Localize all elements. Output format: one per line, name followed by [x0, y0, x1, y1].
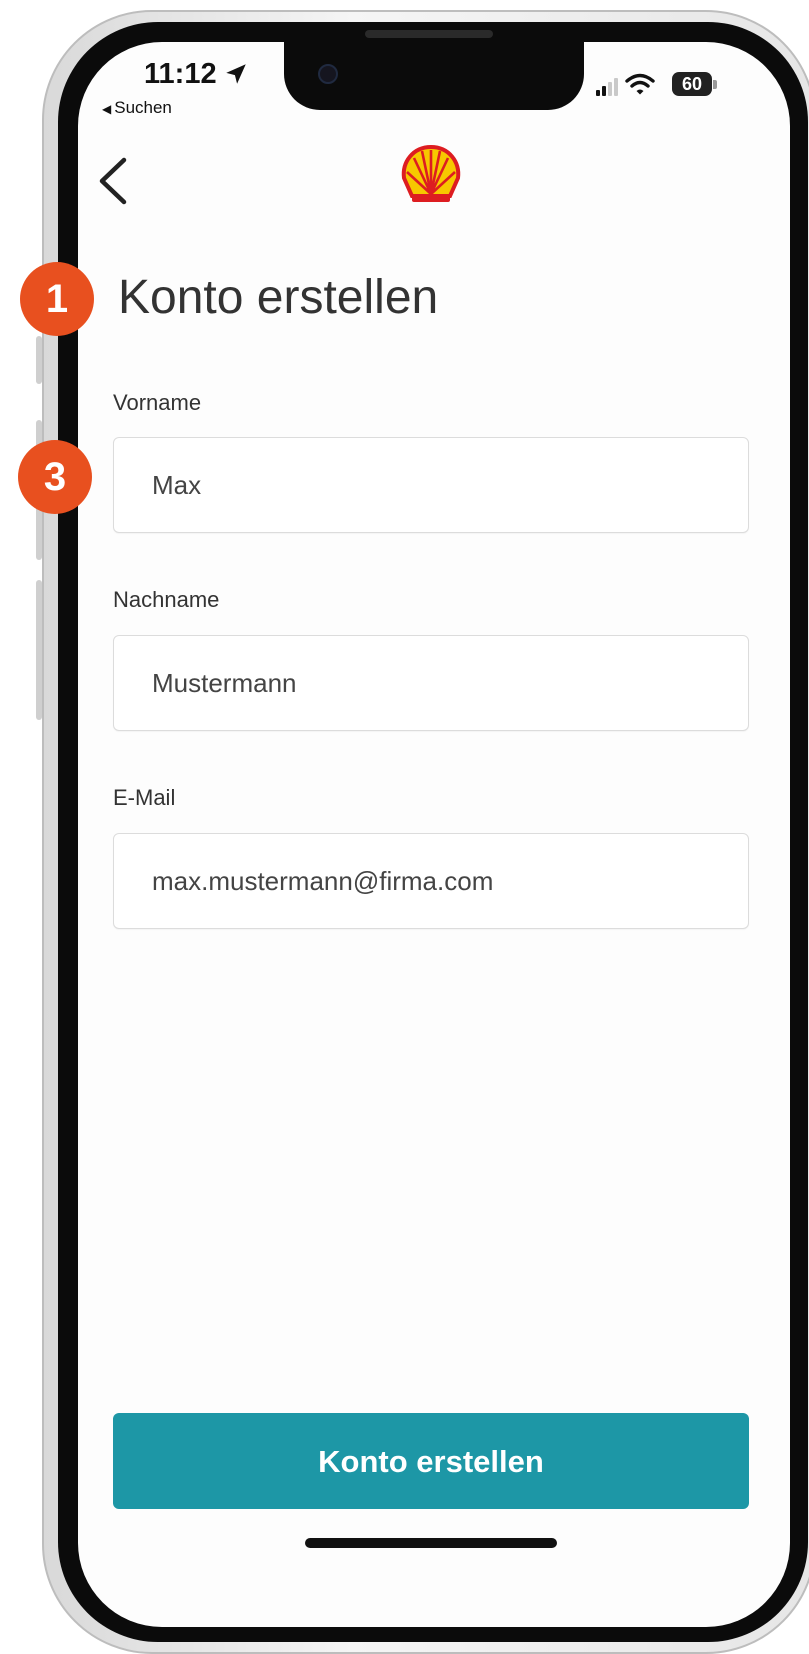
back-to-app-label: Suchen [114, 98, 172, 117]
back-to-app-link[interactable]: ◀ Suchen [102, 98, 172, 118]
home-indicator[interactable] [305, 1538, 557, 1548]
first-name-value: Max [152, 470, 202, 500]
step-badge-1: 1 [20, 262, 94, 336]
first-name-label: Vorname [113, 390, 202, 415]
create-account-button[interactable]: Konto erstellen [113, 1413, 749, 1509]
step-badge-3: 3 [18, 440, 92, 514]
speaker-grille [365, 30, 493, 38]
battery-indicator: 60 [672, 72, 712, 96]
back-chevron-icon[interactable] [96, 156, 130, 206]
email-label: E-Mail [113, 785, 176, 810]
battery-tip [713, 80, 717, 89]
shell-logo [401, 144, 461, 202]
last-name-value: Mustermann [152, 668, 297, 698]
last-name-field[interactable]: Mustermann [113, 635, 749, 731]
volume-down-button [36, 580, 42, 720]
front-camera [318, 64, 338, 84]
back-triangle-icon: ◀ [102, 102, 112, 116]
page-title: Konto erstellen [118, 271, 439, 324]
location-arrow-icon [226, 64, 246, 84]
email-value: max.mustermann@firma.com [152, 866, 494, 896]
first-name-field[interactable]: Max [113, 437, 749, 533]
wifi-icon [625, 73, 655, 95]
cellular-signal-icon [596, 78, 618, 96]
email-field[interactable]: max.mustermann@firma.com [113, 833, 749, 929]
mute-switch [36, 336, 42, 384]
last-name-label: Nachname [113, 587, 220, 612]
status-time: 11:12 [144, 58, 217, 90]
